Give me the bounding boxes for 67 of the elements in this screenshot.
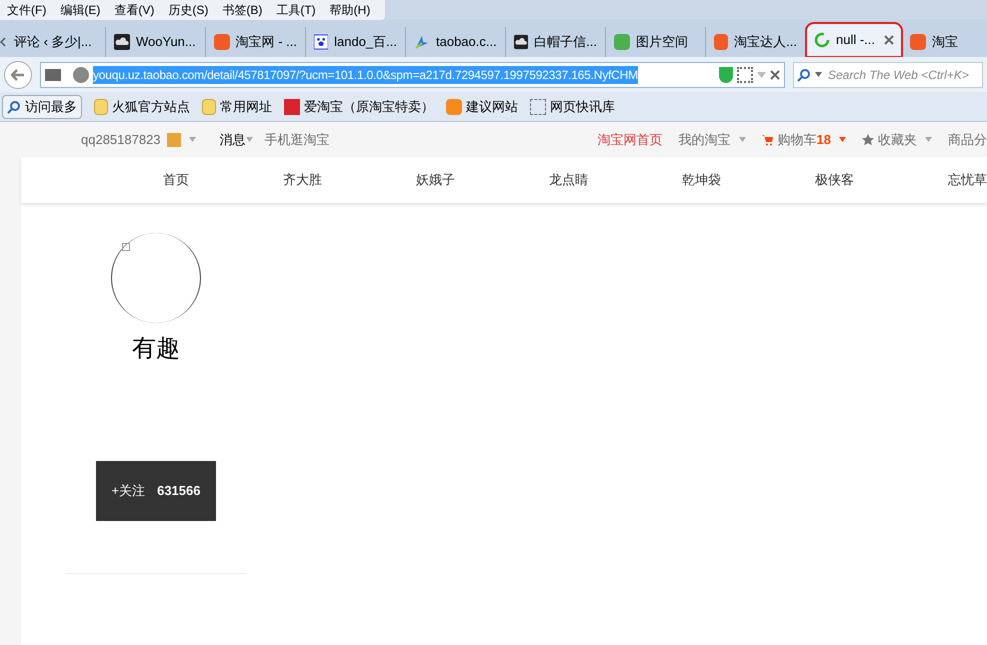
search-icon [7, 100, 21, 114]
menu-item[interactable]: 查看(V) [107, 1, 162, 19]
caret-icon [815, 72, 822, 77]
paw-icon [314, 34, 328, 50]
bookmark-item[interactable]: 建议网站 [446, 96, 518, 116]
nav-link[interactable]: 妖娥子 [416, 170, 455, 190]
caret-icon [188, 137, 196, 142]
menu-item[interactable]: 书签(B) [215, 1, 270, 19]
bookmark-item[interactable]: 火狐官方站点 [94, 96, 190, 116]
mobile-taobao-link[interactable]: 手机逛淘宝 [264, 130, 330, 150]
menu-item[interactable]: 帮助(H) [322, 1, 378, 19]
caret-icon [246, 137, 253, 142]
web-slice-icon [530, 98, 546, 114]
menu-item[interactable]: 工具(T) [269, 1, 323, 19]
bookmark-item[interactable]: 访问最多 [2, 94, 82, 118]
profile-name: 有趣 [132, 334, 180, 364]
follow-button[interactable]: +关注 631566 [96, 461, 216, 521]
nav-link[interactable]: 乾坤袋 [682, 170, 721, 190]
bookmark-item[interactable]: 常用网址 [202, 96, 272, 116]
username-link[interactable]: qq285187823 [81, 130, 161, 150]
menu-item[interactable]: 文件(F) [0, 1, 54, 19]
tab-title: taobao.c... [436, 33, 497, 52]
nav-link[interactable]: 极侠客 [815, 170, 854, 190]
tab-title: lando_百... [334, 33, 397, 52]
nav-link[interactable]: 齐大胜 [283, 170, 322, 190]
back-arrow-icon [11, 68, 25, 80]
messages-link[interactable]: 消息 [220, 130, 246, 150]
chevron-left-icon [0, 37, 6, 47]
favorites-link[interactable]: 收藏夹 [878, 130, 917, 150]
star-icon [862, 134, 874, 146]
cart-link[interactable]: 购物车 [778, 130, 817, 150]
cart-icon [762, 134, 774, 146]
nav-link[interactable]: 忘忧草 [948, 170, 987, 190]
categories-link[interactable]: 商品分 [948, 130, 987, 150]
address-text: youqu.uz.taobao.com/detail/457817097/?ucm=101.1.0.0&spm=a217d.7294597.1997592337.165.NyfCHM [93, 66, 638, 84]
cloud-icon [514, 34, 528, 50]
arrow-icon [414, 34, 430, 50]
caret-icon [839, 137, 846, 142]
loading-icon [814, 32, 830, 48]
tab-title: 图片空间 [636, 33, 689, 52]
tab-title: 评论 ‹ 多少|... [14, 33, 93, 52]
cloud-icon [114, 34, 130, 50]
menu-item[interactable]: 历史(S) [161, 1, 216, 19]
tab-title: 淘宝 [932, 33, 959, 52]
back-button[interactable] [4, 60, 32, 88]
tab-title: 淘宝达人... [734, 33, 797, 52]
taobao-home-link[interactable]: 淘宝网首页 [598, 130, 663, 150]
close-icon[interactable] [770, 70, 780, 80]
caret-icon [738, 137, 746, 142]
menu-item[interactable]: 编辑(E) [53, 1, 108, 19]
nav-link[interactable]: 首页 [163, 170, 189, 190]
browser-tab[interactable]: null -... [806, 23, 902, 57]
search-field[interactable]: Search The Web <Ctrl+K> [793, 62, 983, 88]
shield-icon [719, 66, 733, 82]
caret-icon [925, 137, 932, 142]
cart-count: 18 [816, 130, 831, 149]
tab-title: WooYun... [136, 33, 197, 52]
bookmark-item[interactable]: 网页快讯库 [530, 96, 615, 116]
my-taobao-link[interactable]: 我的淘宝 [678, 130, 731, 150]
search-icon [797, 68, 811, 82]
close-icon[interactable] [884, 35, 894, 45]
nav-link[interactable]: 龙点睛 [549, 170, 588, 190]
bookmark-item[interactable]: 爱淘宝（原淘宝特卖） [284, 96, 434, 116]
tab-title: 白帽子信... [534, 33, 597, 52]
broken-image-icon [122, 243, 130, 251]
tab-title: 淘宝网 - ... [236, 33, 297, 52]
tab-title: null -... [836, 31, 876, 50]
